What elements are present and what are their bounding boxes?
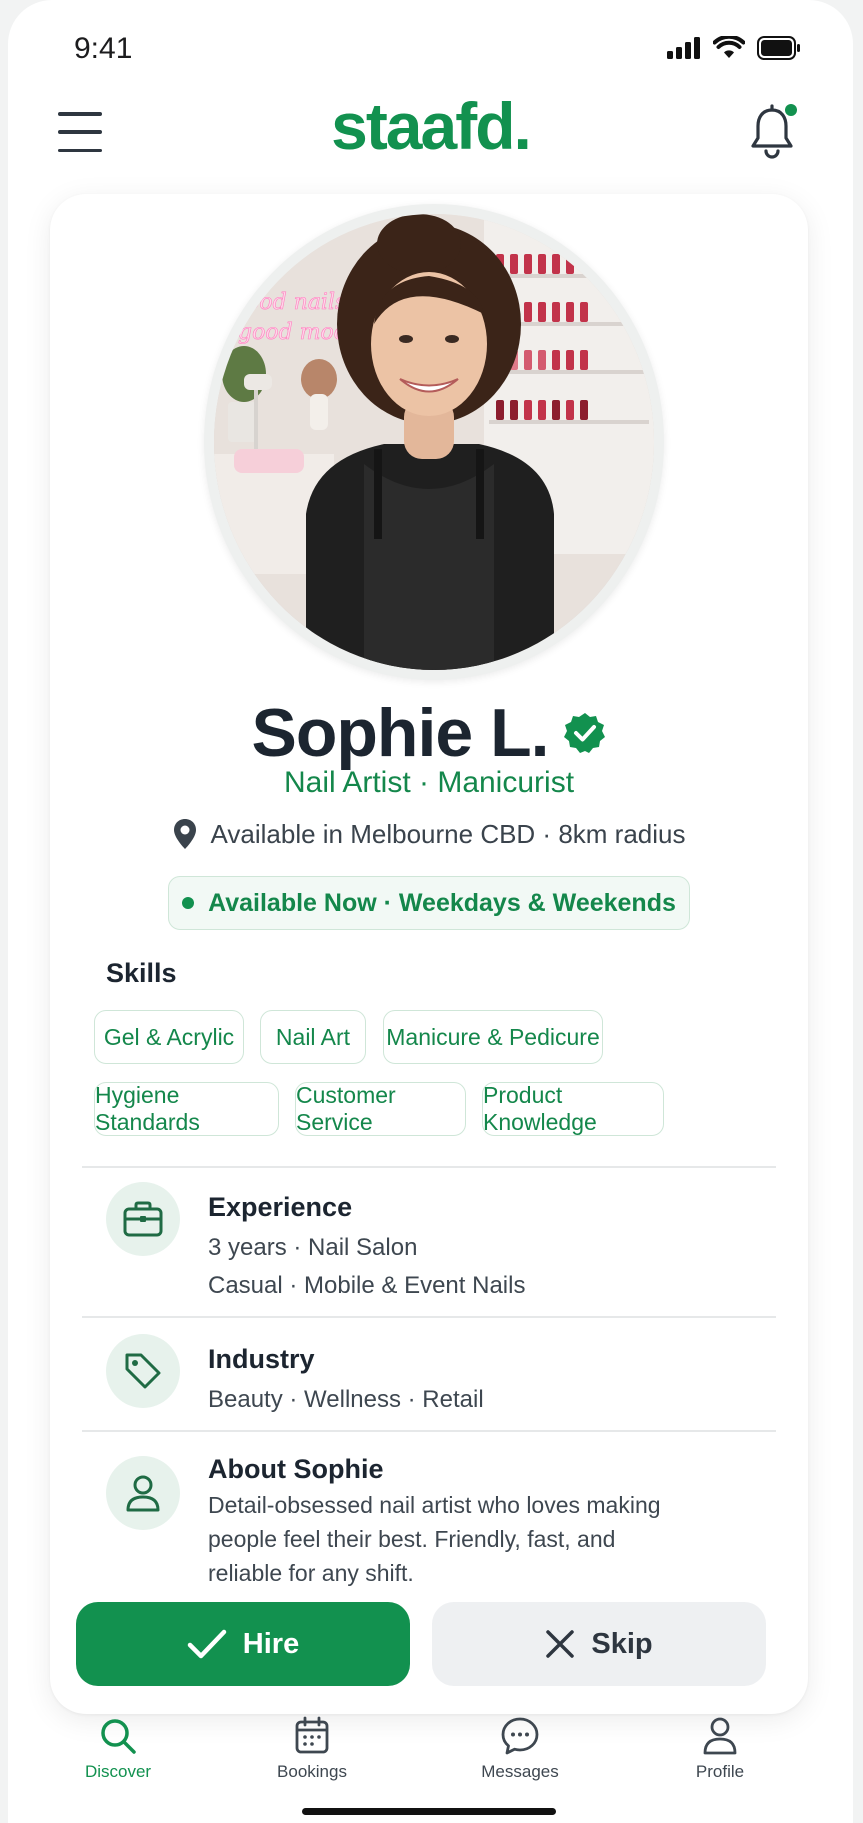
divider <box>82 1166 776 1168</box>
skill-chip[interactable]: Product Knowledge <box>482 1082 664 1136</box>
availability-text: Available Now · Weekdays & Weekends <box>208 888 676 917</box>
hire-label: Hire <box>242 1627 300 1660</box>
nav-item-bookings[interactable]: Bookings <box>242 1716 382 1782</box>
hire-button[interactable]: Hire <box>76 1602 410 1686</box>
industry-title: Industry <box>208 1344 315 1374</box>
name-row: Sophie L. <box>50 694 808 772</box>
skill-chip[interactable]: Nail Art <box>260 1010 366 1064</box>
skill-chip[interactable]: Gel & Acrylic <box>94 1010 244 1064</box>
nav-item-messages[interactable]: Messages <box>450 1716 590 1782</box>
search-icon <box>101 1719 136 1754</box>
person-icon <box>126 1475 160 1512</box>
calendar-icon <box>295 1716 329 1754</box>
about-title: About Sophie <box>208 1454 384 1484</box>
home-indicator <box>302 1808 556 1815</box>
skip-label: Skip <box>591 1627 653 1660</box>
close-icon <box>546 1630 575 1658</box>
profile-role: Nail Artist · Manicurist <box>283 766 575 799</box>
nav-label: Discover <box>84 1762 152 1781</box>
avatar-ring: good nails good mood <box>204 204 664 680</box>
signal-icon <box>667 37 700 59</box>
about-icon-circle <box>106 1456 180 1530</box>
skill-chip[interactable]: Hygiene Standards <box>94 1082 279 1136</box>
status-time: 9:41 <box>74 32 133 65</box>
nav-label: Bookings <box>277 1762 347 1781</box>
briefcase-icon <box>123 1201 163 1237</box>
chat-bubble-icon <box>501 1717 539 1755</box>
location-pin-icon <box>173 819 196 849</box>
profile-card: good nails good mood Sophie L. Nail Arti… <box>50 194 808 1714</box>
nav-item-discover[interactable]: Discover <box>48 1716 188 1782</box>
nav-item-profile[interactable]: Profile <box>650 1716 790 1782</box>
about-line: Detail-obsessed nail artist who loves ma… <box>208 1492 661 1518</box>
nav-label: Messages <box>481 1762 559 1781</box>
app-logo: staafd. <box>331 89 532 163</box>
skip-button[interactable]: Skip <box>432 1602 766 1686</box>
availability-dot <box>182 897 195 909</box>
experience-line: Casual · Mobile & Event Nails <box>208 1272 526 1299</box>
about-line: people feel their best. Friendly, fast, … <box>208 1526 616 1552</box>
about-line: reliable for any shift. <box>208 1560 414 1586</box>
experience-line: 3 years · Nail Salon <box>208 1234 418 1261</box>
industry-line: Beauty · Wellness · Retail <box>208 1386 484 1413</box>
battery-icon <box>757 36 800 60</box>
bottom-nav: Discover Bookings Messages Profile <box>8 1716 853 1806</box>
location-text: Available in Melbourne CBD · 8km radius <box>210 818 686 849</box>
wifi-icon <box>713 36 745 58</box>
divider <box>82 1316 776 1318</box>
experience-title: Experience <box>208 1192 353 1222</box>
avatar: good nails good mood <box>214 214 654 670</box>
experience-icon-circle <box>106 1182 180 1256</box>
tag-icon <box>125 1353 161 1389</box>
person-icon <box>703 1717 737 1755</box>
nav-label: Profile <box>695 1762 745 1781</box>
phone-screen: 9:41 staafd. good nails good mood Sophie… <box>8 0 853 1823</box>
divider <box>82 1430 776 1432</box>
notification-dot <box>785 104 797 116</box>
verified-badge-icon <box>563 713 605 753</box>
notifications-button[interactable] <box>749 104 797 160</box>
skills-title: Skills <box>106 958 177 988</box>
industry-icon-circle <box>106 1334 180 1408</box>
availability-badge: Available Now · Weekdays & Weekends <box>168 876 690 930</box>
skill-chip[interactable]: Manicure & Pedicure <box>383 1010 603 1064</box>
profile-location: Available in Melbourne CBD · 8km radius <box>50 818 808 850</box>
profile-photo: good nails good mood <box>214 214 654 670</box>
profile-name: Sophie L. <box>251 695 550 771</box>
status-icons <box>667 36 801 60</box>
skill-chip[interactable]: Customer Service <box>295 1082 466 1136</box>
checkmark-icon <box>187 1629 227 1659</box>
